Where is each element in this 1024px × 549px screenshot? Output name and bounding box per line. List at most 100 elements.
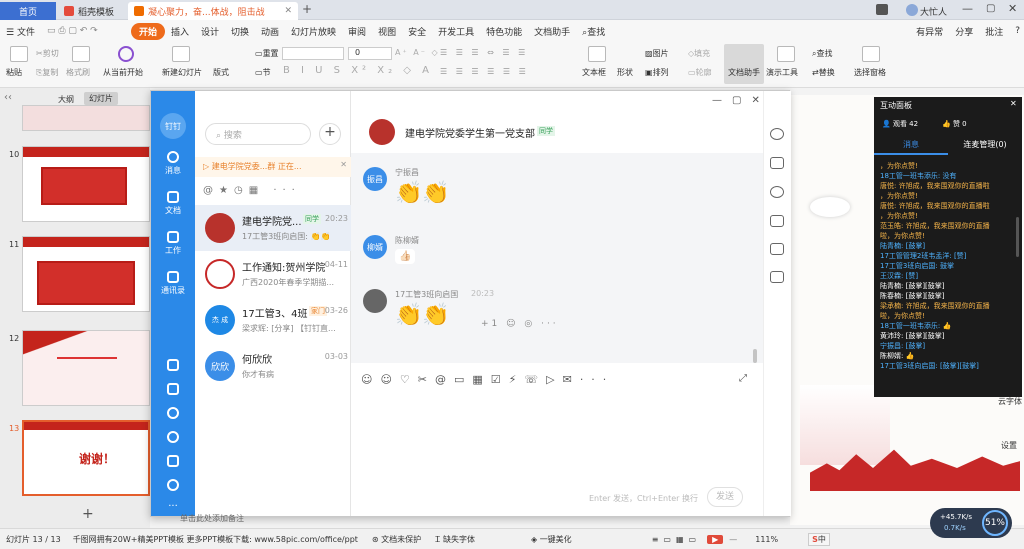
live-notice[interactable]: ▷ 建电学院党委...群 正在... ✕ (195, 157, 351, 177)
arrange-button[interactable]: ▣排列 (645, 67, 669, 78)
network-monitor[interactable]: +45.7K/s 0.7K/s 51% (930, 508, 1012, 538)
nav-messages[interactable]: 消息 (151, 151, 195, 176)
ime-indicator[interactable]: S中 (808, 532, 830, 546)
conversation-item[interactable]: 工作通知:贺州学院 04-11 广西2020年春季学期描... (195, 251, 351, 297)
more-icon[interactable]: ··· (151, 501, 195, 512)
new-slide-button[interactable]: 新建幻灯片 (162, 67, 202, 78)
slide-thumb-10[interactable] (22, 146, 150, 222)
help-icon[interactable]: ? (1009, 26, 1024, 36)
textbox-button[interactable]: 文本框 (582, 67, 606, 78)
nav-contacts[interactable]: 通讯录 (151, 271, 195, 296)
menu-file[interactable]: ☰ 文件 (0, 25, 41, 38)
panel-scrollbar[interactable] (1016, 217, 1019, 257)
cut-button[interactable]: ✂剪切 (36, 48, 59, 59)
window-controls[interactable]: —▢✕ (712, 95, 770, 106)
conversation-item[interactable]: 杰 成 17工管3、4班 家门 03-26 梁求辉: [分享] 【钉钉直... (195, 297, 351, 343)
align-buttons[interactable]: ☰ ☰ ☰ ☰ ☰ ☰ (440, 67, 529, 76)
live-icon[interactable] (770, 271, 784, 283)
nav-work[interactable]: 工作 (151, 231, 195, 256)
doc-protection[interactable]: ⊛ 文档未保护 (372, 534, 421, 545)
input-toolbar[interactable]: ☺☺♡✂@▭▦☑⚡☏▷✉··· (361, 373, 614, 386)
menu-review[interactable]: 审阅 (342, 25, 372, 38)
from-current-button[interactable]: 从当前开始 (103, 67, 143, 78)
font-size-buttons[interactable]: A⁺ A⁻ ◇ (395, 48, 440, 57)
close-tab-icon[interactable]: ✕ (284, 6, 292, 16)
slides-tab[interactable]: 幻灯片 (84, 92, 118, 105)
missing-font[interactable]: Ꮖ 缺失字体 (435, 534, 475, 545)
menu-insert[interactable]: 插入 (165, 25, 195, 38)
conversation-item[interactable]: 欣欣 何欣欣 03-03 你才有病 (195, 343, 351, 389)
menu-doc-helper[interactable]: 文档助手 (528, 25, 576, 38)
close-icon[interactable]: ✕ (1008, 2, 1017, 15)
outline-tab[interactable]: 大纲 (58, 94, 74, 105)
zoom-out-button[interactable]: — (729, 535, 737, 544)
menu-animation[interactable]: 动画 (255, 25, 285, 38)
zoom-level[interactable]: 111% (755, 535, 778, 544)
avatar[interactable] (906, 4, 918, 16)
tab-template[interactable]: 稻壳模板 (58, 2, 126, 20)
menu-security[interactable]: 安全 (402, 25, 432, 38)
menu-switch[interactable]: 切换 (225, 25, 255, 38)
user-name[interactable]: 大忙人 (920, 5, 947, 18)
message-avatar[interactable] (363, 289, 387, 313)
conversation-item[interactable]: 建电学院党... 同学 20:23 17工管3班向启国: 👏👏 (195, 205, 351, 251)
replace-button[interactable]: ⇄替换 (812, 67, 835, 78)
picture-button[interactable]: ▨图片 (645, 48, 669, 59)
font-name-input[interactable] (282, 47, 344, 60)
add-chat-button[interactable]: + (319, 123, 341, 145)
phone-icon[interactable] (151, 431, 195, 445)
add-slide-icon[interactable]: + (82, 506, 94, 522)
find-button[interactable]: ⌕查找 (812, 48, 832, 59)
format-painter-button[interactable]: 格式刷 (66, 67, 90, 78)
doc-helper-button[interactable] (724, 44, 764, 84)
tab-home[interactable]: 首页 (0, 2, 56, 20)
format-painter-icon[interactable] (72, 46, 90, 62)
menu-slideshow[interactable]: 幻灯片放映 (285, 25, 342, 38)
menu-design[interactable]: 设计 (195, 25, 225, 38)
quick-access-toolbar[interactable]: ▭ ⎙ ▢ ↶ ↷ (41, 26, 131, 36)
apps-icon[interactable] (151, 479, 195, 493)
select-pane-icon[interactable] (862, 46, 880, 62)
send-button[interactable]: 发送 (707, 487, 743, 507)
message-scrollbar[interactable] (753, 349, 757, 363)
mail-icon[interactable] (151, 455, 195, 469)
announce-icon[interactable] (770, 243, 784, 255)
changes-button[interactable]: 有异常 (910, 25, 949, 38)
menu-start[interactable]: 开始 (130, 22, 165, 40)
search-input[interactable]: ⌕ 搜索 (205, 123, 311, 145)
tab-document[interactable]: 凝心聚力，奋...体战，阻击战 ✕ (128, 2, 298, 20)
new-tab-icon[interactable]: + (302, 2, 312, 16)
filter-icons[interactable]: @★◷▦ ··· (203, 185, 301, 196)
new-slide-icon[interactable] (172, 46, 190, 62)
beautify-button[interactable]: ◈ 一键美化 (531, 534, 572, 545)
expand-icon[interactable]: ⤢ (739, 373, 747, 384)
close-notice-icon[interactable]: ✕ (340, 160, 347, 169)
message-avatar[interactable]: 柳婿 (363, 235, 387, 259)
paste-button[interactable]: 粘贴 (6, 67, 22, 78)
play-slideshow-button[interactable]: ▶ (707, 534, 724, 544)
more-options-icon[interactable] (770, 128, 784, 140)
paste-icon[interactable] (10, 46, 28, 62)
files-icon[interactable] (770, 215, 784, 227)
maximize-icon[interactable]: ▢ (986, 3, 995, 14)
todo-icon[interactable] (151, 383, 195, 397)
message-actions[interactable]: +1 ☺ ◎ ··· (481, 319, 559, 329)
comment-button[interactable]: 批注 (979, 25, 1009, 38)
outline-button[interactable]: ▭轮廓 (688, 67, 712, 78)
tab-mic-management[interactable]: 连麦管理(0) (948, 137, 1022, 155)
nav-docs[interactable]: 文档 (151, 191, 195, 216)
menu-search[interactable]: ⌕查找 (576, 25, 611, 38)
minimize-icon[interactable]: — (962, 2, 973, 15)
play-icon[interactable] (118, 46, 134, 62)
fill-button[interactable]: ◇填充 (688, 48, 710, 59)
panel-close-icon[interactable]: ✕ (1010, 99, 1017, 108)
font-style-buttons[interactable]: B I U S X² X₂ ◇ A (283, 65, 433, 76)
window-layout-icon[interactable] (876, 4, 888, 15)
textbox-icon[interactable] (588, 46, 606, 62)
menu-view[interactable]: 视图 (372, 25, 402, 38)
presentation-tools-icon[interactable] (777, 46, 795, 62)
share-button[interactable]: 分享 (949, 25, 979, 38)
layout-button[interactable]: 版式 (213, 67, 229, 78)
settings-label[interactable]: 设置 (1001, 440, 1017, 451)
cloud-font-label[interactable]: 云字体 (998, 396, 1022, 407)
